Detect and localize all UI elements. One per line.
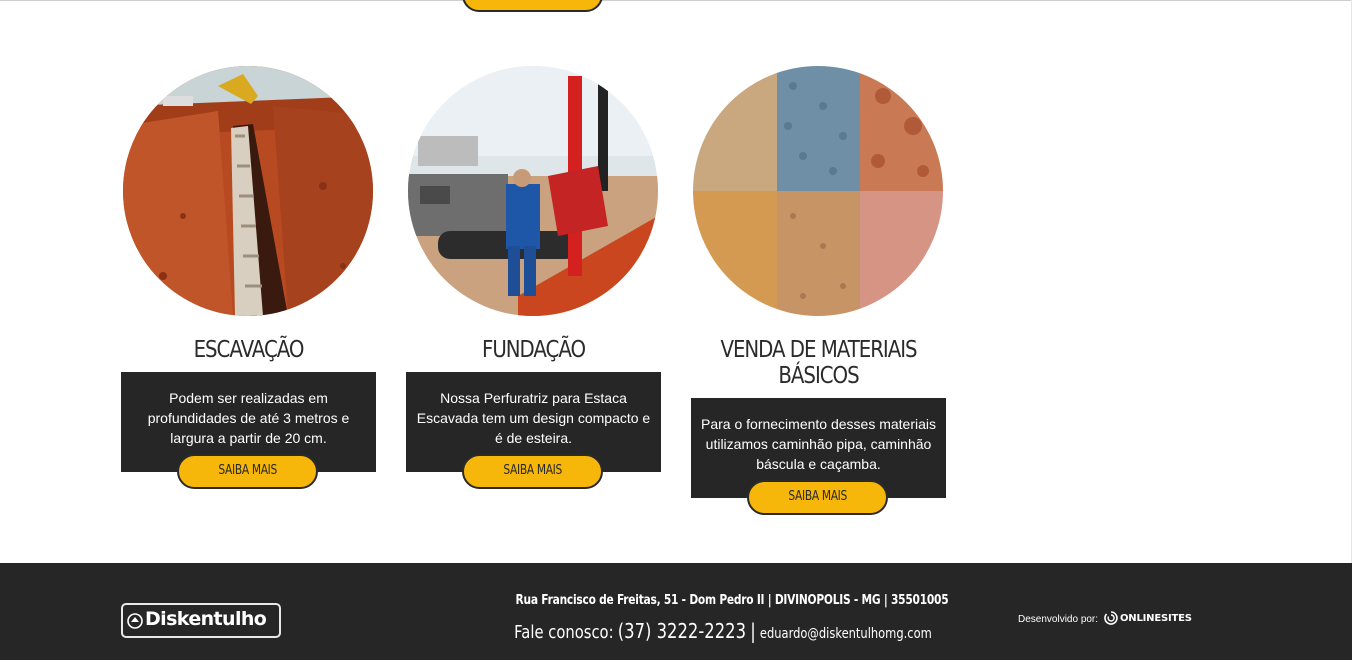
onlinesites-brand: ONLINESITES [1120,612,1192,624]
footer-address: Rua Francisco de Freitas, 51 - Dom Pedro… [515,593,949,608]
contact-separator: | [750,619,756,643]
saiba-mais-button[interactable]: SAIBA MAIS [747,480,888,515]
footer: Diskentulho Rua Francisco de Freitas, 51… [0,563,1352,660]
onlinesites-mark-icon [1104,611,1118,625]
saiba-mais-label: SAIBA MAIS [503,463,562,478]
contact-email[interactable]: eduardo@diskentulhomg.com [760,626,932,642]
saiba-mais-label: SAIBA MAIS [788,489,847,504]
escavacao-image [123,66,373,316]
footer-contact: Fale conosco: (37) 3222-2223 | eduardo@d… [493,619,952,643]
previous-section-button[interactable] [462,0,603,12]
fundacao-image [408,66,658,316]
contact-label: Fale conosco: [514,622,614,643]
saiba-mais-label: SAIBA MAIS [218,463,277,478]
saiba-mais-button[interactable]: SAIBA MAIS [462,454,603,489]
contact-phone[interactable]: (37) 3222-2223 [618,619,746,643]
service-title: VENDA DE MATERIAIS BÁSICOS [720,337,917,389]
logo-text: Diskentulho [145,608,267,630]
service-title: ESCAVAÇÃO [193,337,305,363]
materiais-image [693,66,943,316]
diskentulho-logo[interactable]: Diskentulho [121,603,281,638]
developed-by-label: Desenvolvido por: [1018,614,1099,625]
top-divider [0,0,1352,1]
service-title: FUNDAÇÃO [481,337,586,363]
saiba-mais-button[interactable]: SAIBA MAIS [177,454,318,489]
onlinesites-link[interactable]: ONLINESITES [1104,611,1192,625]
logo-mark-icon [127,613,143,629]
